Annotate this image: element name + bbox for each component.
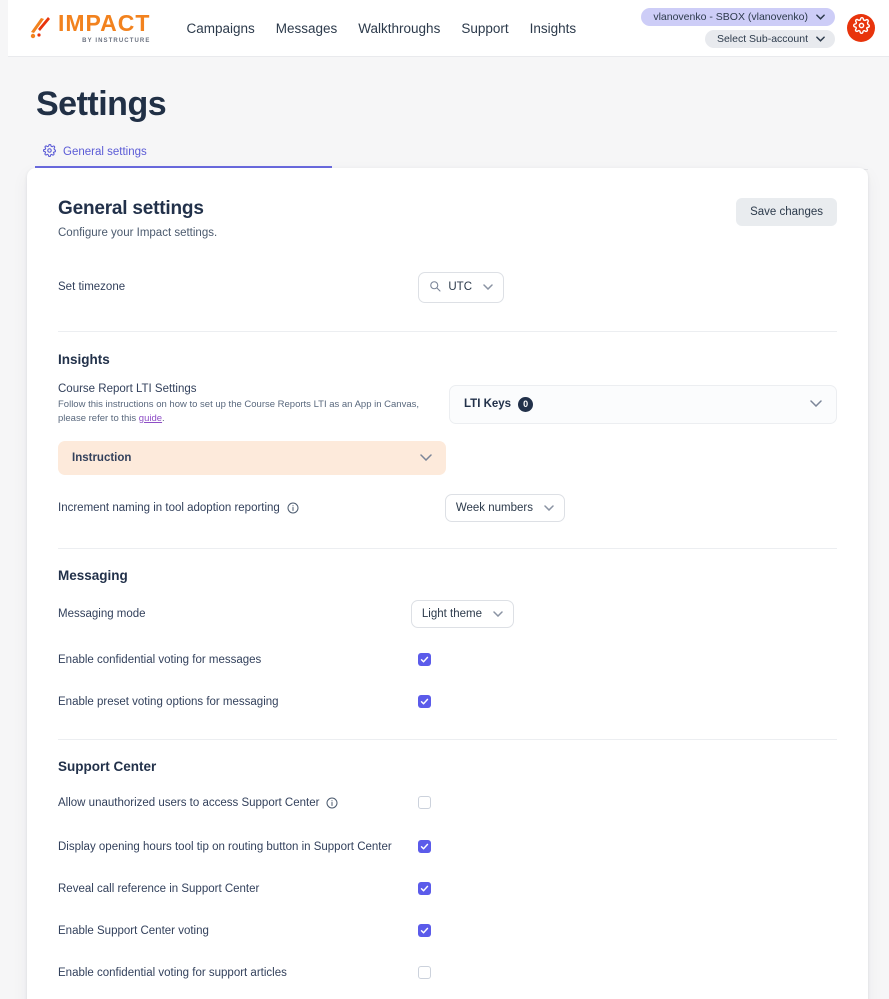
timezone-select[interactable]: UTC (418, 272, 504, 303)
account-controls: vlanovenko - SBOX (vlanovenko) Select Su… (641, 8, 889, 48)
gear-icon (43, 144, 56, 160)
toggle-label: Display opening hours tool tip on routin… (58, 841, 392, 853)
toggle-label-text: Allow unauthorized users to access Suppo… (58, 797, 319, 809)
nav-item-insights[interactable]: Insights (530, 21, 577, 36)
row-toggle: Display opening hours tool tip on routin… (58, 831, 837, 862)
checkbox-enable-support-center-voting[interactable] (418, 924, 431, 937)
card-title: General settings (58, 198, 217, 220)
checkbox-enable-preset-voting-messaging[interactable] (418, 695, 431, 708)
chevron-down-icon (493, 609, 503, 619)
toggle-label: Reveal call reference in Support Center (58, 883, 259, 895)
instruction-accordion[interactable]: Instruction (58, 441, 446, 475)
row-course-report-lti: Course Report LTI Settings Follow this i… (58, 381, 837, 427)
tab-general-settings[interactable]: General settings (35, 144, 332, 168)
gear-icon (853, 17, 870, 39)
account-selector[interactable]: vlanovenko - SBOX (vlanovenko) (641, 8, 835, 26)
divider (58, 739, 837, 740)
lti-settings-label: Course Report LTI Settings (58, 383, 432, 395)
lti-desc-after: . (162, 413, 165, 424)
chevron-down-icon (483, 282, 493, 292)
settings-gear-button[interactable] (847, 14, 875, 42)
instruction-accordion-label: Instruction (72, 452, 131, 464)
nav-item-support[interactable]: Support (461, 21, 508, 36)
toggle-label: Allow unauthorized users to access Suppo… (58, 797, 338, 809)
timezone-value: UTC (448, 281, 472, 293)
account-selector-label: vlanovenko - SBOX (vlanovenko) (653, 11, 808, 23)
save-changes-button[interactable]: Save changes (736, 198, 837, 226)
tab-bar: General settings (35, 144, 889, 170)
page-title: Settings (36, 85, 889, 124)
page-content: Settings General settings General settin… (8, 57, 889, 999)
nav-item-campaigns[interactable]: Campaigns (186, 21, 254, 36)
search-icon (429, 280, 441, 295)
row-toggle: Enable confidential voting for support a… (58, 957, 837, 988)
nav-item-walkthroughs[interactable]: Walkthroughs (358, 21, 440, 36)
section-title-support-center: Support Center (58, 759, 837, 774)
chevron-down-icon (420, 453, 432, 464)
increment-naming-text: Increment naming in tool adoption report… (58, 502, 280, 514)
row-messaging-mode: Messaging mode Light theme (58, 595, 837, 633)
timezone-label: Set timezone (58, 281, 125, 293)
card-subtitle: Configure your Impact settings. (58, 227, 217, 239)
tab-label: General settings (63, 146, 147, 158)
toggle-label: Enable confidential voting for messages (58, 654, 261, 666)
messaging-mode-select[interactable]: Light theme (411, 600, 514, 628)
row-toggle: Enable Support Center voting (58, 915, 837, 946)
chevron-down-icon (810, 399, 822, 410)
increment-naming-value: Week numbers (456, 502, 533, 514)
subaccount-selector[interactable]: Select Sub-account (705, 30, 835, 48)
row-toggle: Reveal call reference in Support Center (58, 873, 837, 904)
settings-page: IMPACT BY INSTRUCTURE Campaigns Messages… (0, 0, 889, 999)
toggle-label: Enable confidential voting for support a… (58, 967, 287, 979)
impact-logo[interactable]: IMPACT BY INSTRUCTURE (28, 12, 150, 44)
divider (58, 331, 837, 332)
section-title-messaging: Messaging (58, 568, 837, 583)
increment-naming-select[interactable]: Week numbers (445, 494, 565, 522)
lti-keys-label: LTI Keys (464, 398, 511, 410)
increment-naming-label: Increment naming in tool adoption report… (58, 502, 299, 514)
row-toggle: Enable confidential voting for messages (58, 644, 837, 675)
top-navigation-bar: IMPACT BY INSTRUCTURE Campaigns Messages… (8, 0, 889, 57)
checkbox-allow-unauthorized-users[interactable] (418, 796, 431, 809)
primary-nav-links: Campaigns Messages Walkthroughs Support … (186, 21, 576, 36)
info-icon[interactable] (287, 502, 299, 514)
impact-logo-mark (28, 15, 52, 41)
chevron-down-icon (816, 34, 825, 44)
checkbox-reveal-call-reference[interactable] (418, 882, 431, 895)
guide-link[interactable]: guide (139, 413, 162, 424)
checkbox-display-opening-hours-tooltip[interactable] (418, 840, 431, 853)
divider (58, 548, 837, 549)
messaging-mode-label: Messaging mode (58, 608, 146, 620)
toggle-label: Enable Support Center voting (58, 925, 209, 937)
checkbox-enable-confidential-voting-articles[interactable] (418, 966, 431, 979)
chevron-down-icon (544, 503, 554, 513)
row-instruction-accordion: Instruction (58, 441, 837, 475)
logo-subtitle: BY INSTRUCTURE (58, 38, 150, 44)
toggle-label: Enable preset voting options for messagi… (58, 696, 279, 708)
lti-keys-count-badge: 0 (518, 397, 533, 412)
row-toggle: Enable preset voting options for messagi… (58, 686, 837, 717)
lti-desc-before: Follow this instructions on how to set u… (58, 399, 419, 424)
row-toggle: Allow unauthorized users to access Suppo… (58, 787, 837, 818)
logo-wordmark: IMPACT (58, 12, 150, 35)
lti-settings-description: Follow this instructions on how to set u… (58, 398, 432, 426)
chevron-down-icon (816, 12, 825, 22)
messaging-mode-value: Light theme (422, 608, 482, 620)
row-increment-naming: Increment naming in tool adoption report… (58, 489, 837, 527)
info-icon[interactable] (326, 797, 338, 809)
section-title-insights: Insights (58, 352, 837, 367)
card-header: General settings Configure your Impact s… (58, 198, 837, 239)
row-set-timezone: Set timezone UTC (58, 267, 837, 307)
nav-item-messages[interactable]: Messages (276, 21, 338, 36)
checkbox-enable-confidential-voting-messages[interactable] (418, 653, 431, 666)
general-settings-card: General settings Configure your Impact s… (27, 168, 868, 999)
subaccount-selector-label: Select Sub-account (717, 33, 808, 45)
lti-keys-select[interactable]: LTI Keys 0 (449, 385, 837, 424)
